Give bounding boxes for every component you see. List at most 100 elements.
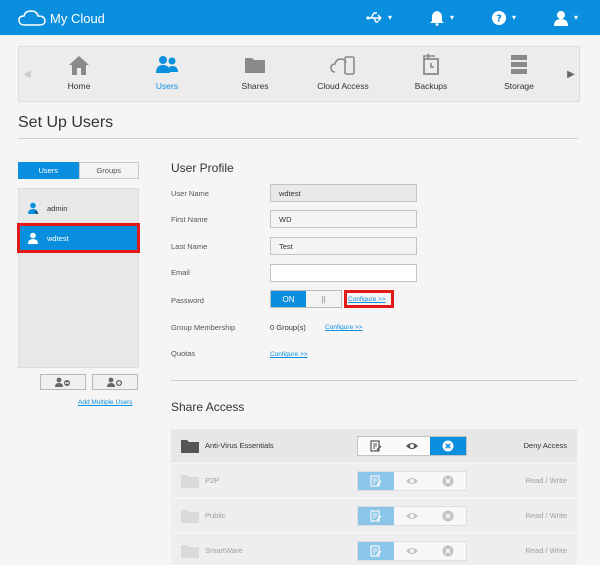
deny-access-button[interactable]	[430, 472, 466, 490]
usb-menu[interactable]: ▾	[366, 10, 392, 26]
read-only-button[interactable]	[394, 542, 430, 560]
nav-item-cloud-access[interactable]: Cloud Access	[299, 47, 387, 101]
storage-icon	[511, 55, 527, 74]
user-icon	[553, 10, 568, 26]
list-item-wdtest[interactable]: wdtest	[17, 223, 140, 253]
my-cloud-logo[interactable]: My Cloud	[18, 8, 105, 28]
add-user-button[interactable]	[92, 374, 138, 390]
permission-selector	[357, 506, 467, 526]
read-write-button[interactable]	[358, 542, 394, 560]
nav-scroll-left[interactable]: ◀	[19, 47, 35, 101]
deny-access-button[interactable]	[430, 507, 466, 525]
label-last-name: Last Name	[171, 242, 208, 251]
share-row-smartware: SmartWare Read / Write	[171, 534, 577, 565]
add-user-icon	[107, 377, 122, 387]
deny-icon	[442, 440, 454, 452]
share-access-status: Read / Write	[525, 546, 567, 555]
add-multiple-users-link[interactable]: Add Multiple Users	[78, 399, 133, 406]
chevron-down-icon: ▾	[449, 13, 454, 22]
share-row-anti-virus: Anti-Virus Essentials Deny Access	[171, 429, 577, 463]
read-write-button[interactable]	[358, 437, 394, 455]
eye-icon	[406, 513, 418, 519]
divider	[18, 138, 578, 139]
deny-access-button[interactable]	[430, 542, 466, 560]
user-name-field[interactable]: wdtest	[270, 184, 417, 202]
share-name: Anti-Virus Essentials	[205, 441, 274, 450]
read-only-button[interactable]	[394, 437, 430, 455]
nav-label-shares: Shares	[241, 81, 269, 91]
nav-label-home: Home	[67, 81, 91, 91]
edit-icon	[370, 545, 382, 557]
user-admin-icon	[28, 202, 39, 214]
main-nav: ◀ Home Users Shares Cloud Access Backups…	[18, 46, 580, 102]
label-first-name: First Name	[171, 215, 208, 224]
chevron-down-icon: ▾	[387, 13, 392, 22]
chevron-down-icon: ▾	[573, 13, 578, 22]
list-item-admin[interactable]: admin	[19, 195, 138, 221]
share-row-p2p: P2P Read / Write	[171, 464, 577, 498]
folder-icon	[245, 58, 265, 73]
notifications-menu[interactable]: ▾	[428, 10, 454, 26]
deny-icon	[442, 475, 454, 487]
backup-icon	[423, 53, 439, 75]
label-user-name: User Name	[171, 189, 209, 198]
password-toggle[interactable]: ON ||	[270, 290, 342, 308]
read-only-button[interactable]	[394, 507, 430, 525]
label-group-membership: Group Membership	[171, 323, 236, 332]
first-name-field[interactable]: WD	[270, 210, 417, 228]
user-list: admin wdtest	[17, 188, 140, 368]
nav-item-shares[interactable]: Shares	[211, 47, 299, 101]
nav-label-backups: Backups	[414, 81, 448, 91]
group-configure-link[interactable]: Configure >>	[325, 324, 363, 331]
nav-item-storage[interactable]: Storage	[475, 47, 563, 101]
nav-scroll-right[interactable]: ▶	[563, 47, 579, 101]
share-access-title: Share Access	[171, 400, 245, 414]
folder-icon	[181, 475, 199, 488]
password-configure-link[interactable]: Configure >>	[348, 296, 386, 303]
permission-selector	[357, 541, 467, 561]
logo-text: My Cloud	[50, 10, 105, 26]
last-name-field[interactable]: Test	[270, 237, 417, 255]
nav-label-storage: Storage	[504, 81, 534, 91]
read-write-button[interactable]	[358, 507, 394, 525]
deny-access-button[interactable]	[430, 437, 466, 455]
top-bar: My Cloud ▾ ▾ ? ▾ ▾	[0, 0, 600, 35]
read-write-button[interactable]	[358, 472, 394, 490]
help-menu[interactable]: ? ▾	[490, 10, 516, 26]
cloud-logo-icon	[18, 10, 46, 26]
remove-user-icon	[55, 377, 70, 387]
share-row-public: Public Read / Write	[171, 499, 577, 533]
divider	[171, 380, 577, 381]
read-only-button[interactable]	[394, 472, 430, 490]
email-field[interactable]	[270, 264, 417, 282]
toggle-off[interactable]: ||	[306, 291, 341, 307]
folder-icon	[181, 545, 199, 558]
usb-icon	[366, 11, 382, 23]
share-name: Public	[205, 511, 226, 520]
label-email: Email	[171, 268, 190, 277]
permission-selector	[357, 436, 467, 456]
account-menu[interactable]: ▾	[552, 10, 578, 26]
tab-groups[interactable]: Groups	[78, 162, 139, 179]
deny-icon	[442, 545, 454, 557]
users-groups-switch: Users Groups	[18, 162, 139, 179]
chevron-down-icon: ▾	[511, 13, 516, 22]
folder-icon	[181, 510, 199, 523]
nav-item-home[interactable]: Home	[35, 47, 123, 101]
toggle-on[interactable]: ON	[271, 291, 306, 307]
users-icon	[156, 56, 178, 73]
permission-selector	[357, 471, 467, 491]
page-title: Set Up Users	[18, 114, 114, 131]
tab-users[interactable]: Users	[18, 162, 79, 179]
remove-user-button[interactable]	[40, 374, 86, 390]
svg-text:?: ?	[496, 13, 502, 24]
edit-icon	[370, 510, 382, 522]
nav-label-users: Users	[155, 81, 179, 91]
share-access-status: Read / Write	[525, 511, 567, 520]
quotas-configure-link[interactable]: Configure >>	[270, 351, 308, 358]
eye-icon	[406, 443, 418, 449]
share-name: P2P	[205, 476, 220, 485]
share-access-status: Read / Write	[525, 476, 567, 485]
nav-item-users[interactable]: Users	[123, 47, 211, 101]
nav-item-backups[interactable]: Backups	[387, 47, 475, 101]
